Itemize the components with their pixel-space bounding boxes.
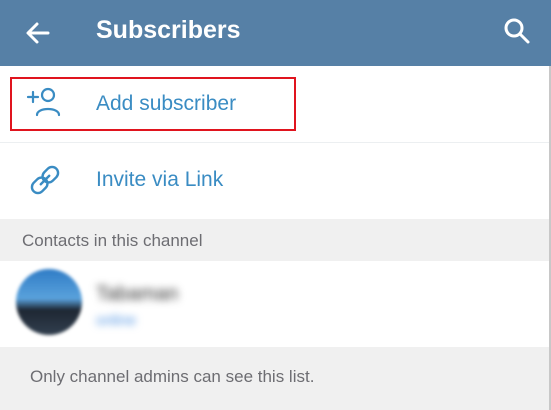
section-title: Contacts in this channel (22, 231, 203, 250)
search-button[interactable] (501, 15, 533, 47)
admin-info-footer: Only channel admins can see this list. (0, 347, 551, 410)
contact-status: online (96, 312, 137, 329)
page-title: Subscribers (96, 16, 241, 44)
row-divider (0, 142, 551, 143)
invite-via-link-label: Invite via Link (96, 168, 224, 191)
subscribers-screen: Subscribers Add subscriber Invite via Li… (0, 0, 551, 410)
footer-text: Only channel admins can see this list. (30, 367, 315, 386)
contact-list-item[interactable]: Tabaman online (0, 261, 551, 347)
back-button[interactable] (22, 17, 54, 49)
add-person-icon (26, 85, 64, 123)
arrow-left-icon (26, 22, 50, 44)
add-subscriber-label: Add subscriber (96, 92, 237, 115)
link-icon (26, 161, 64, 199)
add-subscriber-row[interactable]: Add subscriber (0, 68, 551, 142)
contacts-section-header: Contacts in this channel (0, 219, 551, 261)
search-icon (504, 18, 530, 44)
invite-via-link-row[interactable]: Invite via Link (0, 144, 551, 218)
app-header: Subscribers (0, 0, 551, 66)
avatar (16, 269, 82, 335)
contact-name: Tabaman (96, 283, 179, 305)
